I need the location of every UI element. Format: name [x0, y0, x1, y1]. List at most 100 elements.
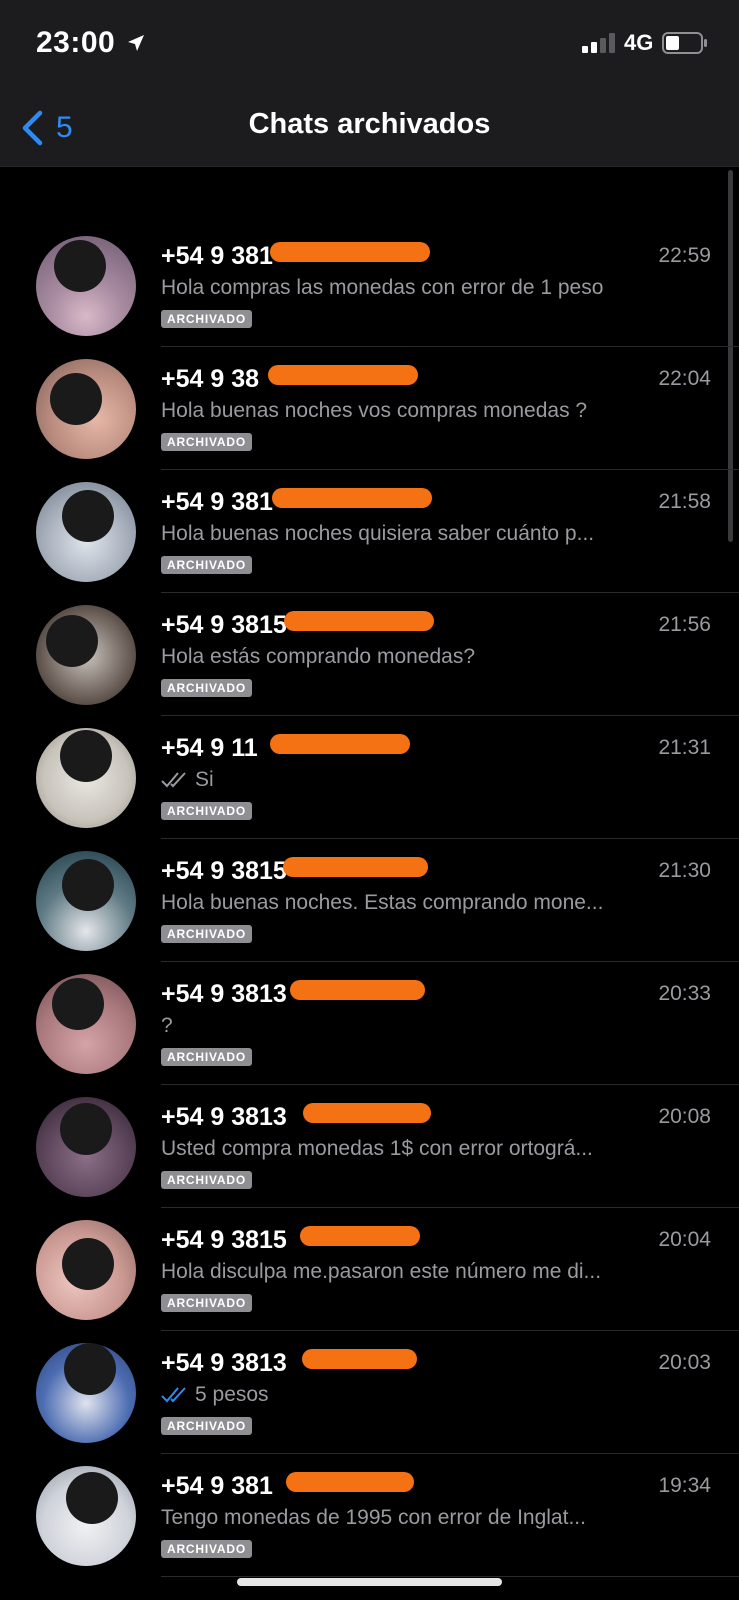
- phone-redaction: [270, 242, 430, 262]
- avatar[interactable]: [36, 728, 136, 828]
- avatar[interactable]: [36, 236, 136, 336]
- chat-row[interactable]: +54 9 38 22:04 Hola buenas noches vos comp…: [0, 347, 739, 470]
- chat-time: 21:56: [658, 613, 711, 636]
- avatar[interactable]: [36, 851, 136, 951]
- phone-redaction: [290, 980, 425, 1000]
- chat-time: 20:04: [658, 1228, 711, 1251]
- chat-preview: Hola disculpa me.pasaron este número me …: [161, 1260, 601, 1284]
- battery-icon: [662, 32, 707, 54]
- avatar[interactable]: [36, 1466, 136, 1566]
- chat-name: +54 9 3815: [161, 857, 287, 885]
- page-title: Chats archivados: [248, 108, 491, 140]
- chat-preview: Tengo monedas de 1995 con error de Ingla…: [161, 1506, 586, 1530]
- chat-name: +54 9 11: [161, 734, 258, 762]
- home-indicator[interactable]: [237, 1578, 502, 1586]
- chat-time: 20:03: [658, 1351, 711, 1374]
- double-check-icon: [161, 1387, 186, 1403]
- chat-preview-text: Hola buenas noches. Estas comprando mone…: [161, 891, 604, 914]
- archived-badge: ARCHIVADO: [161, 802, 252, 820]
- chat-preview: Hola estás comprando monedas?: [161, 645, 475, 669]
- chat-time: 21:58: [658, 490, 711, 513]
- chat-preview-text: Hola estás comprando monedas?: [161, 645, 476, 668]
- phone-redaction: [283, 857, 428, 877]
- archived-badge: ARCHIVADO: [161, 1417, 252, 1435]
- chat-preview-text: Si: [195, 768, 214, 791]
- phone-redaction: [268, 365, 418, 385]
- chat-preview: Hola buenas noches vos compras monedas ?: [161, 399, 587, 423]
- chat-row[interactable]: +54 9 381 22:59 Hola compras las monedas c…: [0, 224, 739, 347]
- chat-preview: Hola buenas noches. Estas comprando mone…: [161, 891, 603, 915]
- chat-row[interactable]: +54 9 381 19:34 Tengo monedas de 1995 con …: [0, 1454, 739, 1577]
- chat-name: +54 9 3813: [161, 1103, 287, 1131]
- chat-preview-text: Hola disculpa me.pasaron este número me …: [161, 1260, 602, 1283]
- chat-row[interactable]: +54 9 381 21:58 Hola buenas noches quisier…: [0, 470, 739, 593]
- chat-preview-text: ?: [161, 1014, 173, 1037]
- chat-name: +54 9 3815: [161, 611, 287, 639]
- chat-time: 22:59: [658, 244, 711, 267]
- signal-icon: [582, 33, 615, 53]
- chat-preview: ?: [161, 1014, 173, 1038]
- chat-preview: Si: [161, 768, 214, 792]
- phone-redaction: [302, 1349, 417, 1369]
- face-redaction: [60, 1103, 112, 1155]
- archived-badge: ARCHIVADO: [161, 1540, 252, 1558]
- chat-preview: Hola compras las monedas con error de 1 …: [161, 276, 603, 300]
- chat-time: 19:34: [658, 1474, 711, 1497]
- avatar[interactable]: [36, 1220, 136, 1320]
- avatar[interactable]: [36, 974, 136, 1074]
- chat-preview-text: Hola buenas noches vos compras monedas ?: [161, 399, 588, 422]
- status-bar: 23:00 4G: [0, 0, 739, 90]
- archived-badge: ARCHIVADO: [161, 310, 252, 328]
- chat-row[interactable]: +54 9 3815 20:04 Hola disculpa me.pasaron …: [0, 1208, 739, 1331]
- archived-badge: ARCHIVADO: [161, 1171, 252, 1189]
- chat-row[interactable]: +54 9 3813 20:08 Usted compra monedas 1$ c…: [0, 1085, 739, 1208]
- phone-redaction: [286, 1472, 414, 1492]
- archived-badge: ARCHIVADO: [161, 1048, 252, 1066]
- face-redaction: [62, 859, 114, 911]
- phone-redaction: [284, 611, 434, 631]
- chat-preview-text: Usted compra monedas 1$ con error ortogr…: [161, 1137, 593, 1160]
- avatar[interactable]: [36, 482, 136, 582]
- face-redaction: [54, 240, 106, 292]
- phone-redaction: [272, 488, 432, 508]
- archived-badge: ARCHIVADO: [161, 433, 252, 451]
- chat-row[interactable]: +54 9 3813 20:03 5 pesos ARCHIVADO: [0, 1331, 739, 1454]
- avatar[interactable]: [36, 1097, 136, 1197]
- double-check-icon: [161, 772, 186, 788]
- chat-name: +54 9 381: [161, 242, 273, 270]
- face-redaction: [50, 373, 102, 425]
- avatar[interactable]: [36, 359, 136, 459]
- chat-time: 22:04: [658, 367, 711, 390]
- chat-preview-text: 5 pesos: [195, 1383, 269, 1406]
- chat-row[interactable]: +54 9 3815 21:56 Hola estás comprando mone…: [0, 593, 739, 716]
- location-arrow-icon: [128, 35, 144, 51]
- phone-redaction: [303, 1103, 431, 1123]
- chat-preview: Usted compra monedas 1$ con error ortogr…: [161, 1137, 593, 1161]
- chat-preview: 5 pesos: [161, 1383, 269, 1407]
- navigation-bar: 5 Chats archivados: [0, 90, 739, 167]
- phone-redaction: [300, 1226, 420, 1246]
- chat-name: +54 9 381: [161, 488, 273, 516]
- chat-name: +54 9 3815: [161, 1226, 287, 1254]
- chat-row[interactable]: +54 9 11 21:31 Si ARCHIVADO: [0, 716, 739, 839]
- chat-preview-text: Hola compras las monedas con error de 1 …: [161, 276, 604, 299]
- archived-badge: ARCHIVADO: [161, 925, 252, 943]
- chat-name: +54 9 3813: [161, 980, 287, 1008]
- chat-name: +54 9 38: [161, 365, 260, 393]
- row-separator: [161, 1576, 739, 1577]
- face-redaction: [46, 615, 98, 667]
- face-redaction: [60, 730, 112, 782]
- face-redaction: [62, 490, 114, 542]
- chat-row[interactable]: +54 9 3815 21:30 Hola buenas noches. Estas…: [0, 839, 739, 962]
- face-redaction: [62, 1238, 114, 1290]
- face-redaction: [64, 1343, 116, 1395]
- chat-preview-text: Tengo monedas de 1995 con error de Ingla…: [161, 1506, 586, 1529]
- chat-preview: Hola buenas noches quisiera saber cuánto…: [161, 522, 594, 546]
- avatar[interactable]: [36, 605, 136, 705]
- network-label: 4G: [624, 30, 654, 55]
- phone-redaction: [270, 734, 410, 754]
- avatar[interactable]: [36, 1343, 136, 1443]
- chat-row[interactable]: +54 9 3813 20:33? ARCHIVADO: [0, 962, 739, 1085]
- chat-name: +54 9 3813: [161, 1349, 287, 1377]
- archived-badge: ARCHIVADO: [161, 679, 252, 697]
